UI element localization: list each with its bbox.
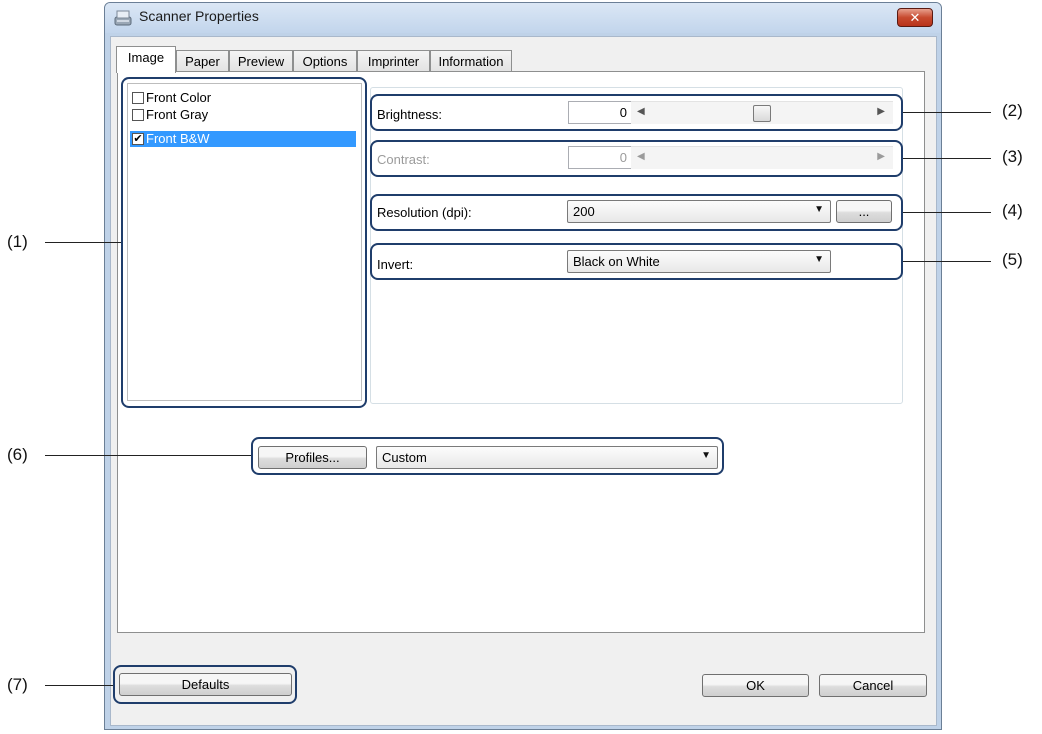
list-item-front-bw[interactable]: ✔ Front B&W (130, 131, 356, 147)
callout-number-4: (4) (1002, 201, 1023, 220)
tab-label: Image (127, 50, 165, 65)
callout-line-6 (45, 455, 251, 456)
callout-line-2 (903, 112, 991, 113)
callout-number-6: (6) (7, 445, 28, 464)
profiles-dropdown[interactable]: Custom ▼ (376, 446, 718, 469)
resolution-more-button[interactable]: ... (836, 200, 892, 223)
invert-value: Black on White (573, 254, 660, 269)
checkmark-icon: ✔ (133, 133, 143, 145)
callout-line-5 (903, 261, 991, 262)
list-item-label: Front Color (146, 90, 212, 105)
arrow-right-icon[interactable]: ▶ (877, 106, 885, 117)
close-icon: ✕ (909, 9, 921, 25)
list-item-label: Front Gray (146, 107, 209, 122)
callout-line-3 (903, 158, 991, 159)
callout-number-1: (1) (7, 232, 28, 251)
window-title: Scanner Properties (139, 8, 259, 24)
resolution-dropdown[interactable]: 200 ▼ (567, 200, 831, 223)
tab-preview[interactable]: Preview (229, 50, 293, 72)
contrast-value: 0 (568, 146, 631, 169)
profile-value: Custom (382, 450, 427, 465)
tab-options[interactable]: Options (293, 50, 357, 72)
tab-label: Preview (237, 54, 285, 69)
tab-image[interactable]: Image (116, 46, 176, 73)
chevron-down-icon: ▼ (814, 254, 824, 265)
list-item-front-color[interactable]: Front Color (130, 90, 356, 106)
tab-label: Paper (185, 54, 220, 69)
list-item-front-gray[interactable]: Front Gray (130, 107, 356, 123)
arrow-left-icon[interactable]: ◀ (637, 106, 645, 117)
slider-thumb[interactable] (753, 105, 771, 122)
contrast-label: Contrast: (377, 152, 430, 167)
checkbox[interactable] (132, 92, 144, 104)
callout-line-4 (903, 212, 991, 213)
resolution-label: Resolution (dpi): (377, 205, 472, 220)
callout-number-7: (7) (7, 675, 28, 694)
chevron-down-icon: ▼ (814, 204, 824, 215)
defaults-button[interactable]: Defaults (119, 673, 292, 696)
checkbox[interactable]: ✔ (132, 133, 144, 145)
cancel-button[interactable]: Cancel (819, 674, 927, 697)
callout-line-1 (45, 242, 121, 243)
callout-number-3: (3) (1002, 147, 1023, 166)
tab-label: Imprinter (367, 54, 420, 69)
contrast-slider: ◀ ▶ (631, 146, 893, 169)
resolution-value: 200 (573, 204, 595, 219)
brightness-slider[interactable]: ◀ ▶ (631, 101, 893, 124)
invert-dropdown[interactable]: Black on White ▼ (567, 250, 831, 273)
profiles-button[interactable]: Profiles... (258, 446, 367, 469)
callout-number-5: (5) (1002, 250, 1023, 269)
arrow-left-icon: ◀ (637, 151, 645, 162)
ok-button[interactable]: OK (702, 674, 809, 697)
image-settings-group (370, 87, 903, 404)
tab-paper[interactable]: Paper (176, 50, 229, 72)
tab-information[interactable]: Information (430, 50, 512, 72)
tab-label: Options (302, 54, 348, 69)
checkbox[interactable] (132, 109, 144, 121)
callout-number-2: (2) (1002, 101, 1023, 120)
arrow-right-icon: ▶ (877, 151, 885, 162)
invert-label: Invert: (377, 257, 414, 272)
tab-imprinter[interactable]: Imprinter (357, 50, 430, 72)
callout-line-7 (45, 685, 113, 686)
brightness-value[interactable]: 0 (568, 101, 631, 124)
scanner-icon (113, 9, 133, 27)
brightness-label: Brightness: (377, 107, 443, 122)
close-button[interactable]: ✕ (897, 8, 933, 27)
chevron-down-icon: ▼ (701, 450, 711, 461)
list-item-label: Front B&W (146, 131, 210, 146)
tab-label: Information (438, 54, 504, 69)
